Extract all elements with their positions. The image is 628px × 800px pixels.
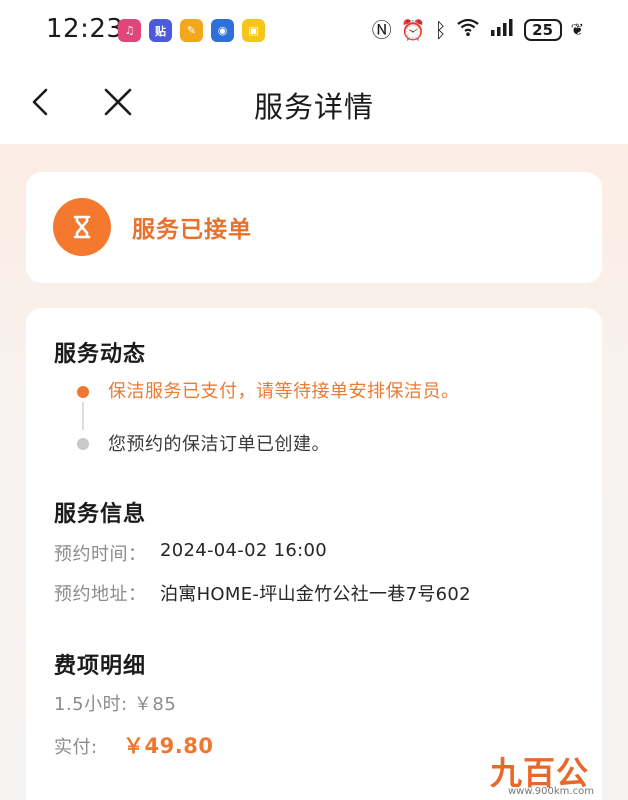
battery-indicator: 25 (523, 18, 562, 41)
paid-label: 实付: (54, 737, 98, 758)
notes-app-icon: ✎ (180, 19, 203, 42)
order-status-text: 服务已接单 (132, 217, 252, 243)
timeline-dot (77, 438, 89, 450)
appointment-time-value: 2024-04-02 16:00 (160, 540, 328, 561)
service-dynamics-title: 服务动态 (54, 342, 147, 367)
service-detail-card: 服务动态 保洁服务已支付，请等待接单安排保洁员。 您预约的保洁订单已创建。 服务… (26, 308, 602, 800)
page-title: 服务详情 (253, 90, 374, 124)
status-time: 12:23 (46, 14, 124, 44)
status-bar: 12:23 ♫ 贴 ✎ ◉ ▣ Ⓝ ⏰ ᛒ 25 ❦ (0, 0, 628, 60)
tieba-app-icon: 贴 (149, 19, 172, 42)
timeline-line (82, 402, 84, 430)
navigation-bar: 服务详情 (0, 60, 628, 144)
signal-icon (489, 17, 515, 42)
paid-amount: ￥49.80 (123, 734, 214, 758)
appointment-time-label: 预约时间： (54, 544, 147, 565)
system-icons: Ⓝ ⏰ ᛒ 25 ❦ (372, 17, 584, 42)
bluetooth-icon: ᛒ (434, 17, 447, 42)
alarm-icon: ⏰ (400, 17, 426, 42)
service-info-title: 服务信息 (54, 502, 147, 527)
nfc-icon: Ⓝ (371, 17, 392, 42)
site-watermark: 九百公里 www.900km.com (490, 748, 608, 798)
watermark-url: www.900km.com (508, 786, 594, 797)
appointment-address-value: 泊寓HOME-坪山金竹公社一巷7号602 (160, 584, 471, 605)
appointment-address-label: 预约地址： (54, 584, 147, 605)
camera-app-icon: ◉ (211, 19, 234, 42)
notification-app-icons: ♫ 贴 ✎ ◉ ▣ (118, 19, 265, 42)
music-app-icon: ♫ (118, 19, 141, 42)
status-badge (53, 198, 111, 256)
fee-item: 1.5小时: ￥85 (54, 694, 177, 715)
wifi-icon (456, 17, 480, 42)
leaf-icon: ❦ (570, 19, 584, 39)
order-status-card: 服务已接单 (26, 172, 602, 283)
fee-details-title: 费项明细 (54, 654, 147, 679)
hourglass-icon (73, 215, 91, 239)
shop-app-icon: ▣ (242, 19, 265, 42)
timeline-item: 保洁服务已支付，请等待接单安排保洁员。 (108, 381, 460, 402)
timeline-dot-active (77, 386, 89, 398)
timeline-item: 您预约的保洁订单已创建。 (108, 434, 330, 455)
